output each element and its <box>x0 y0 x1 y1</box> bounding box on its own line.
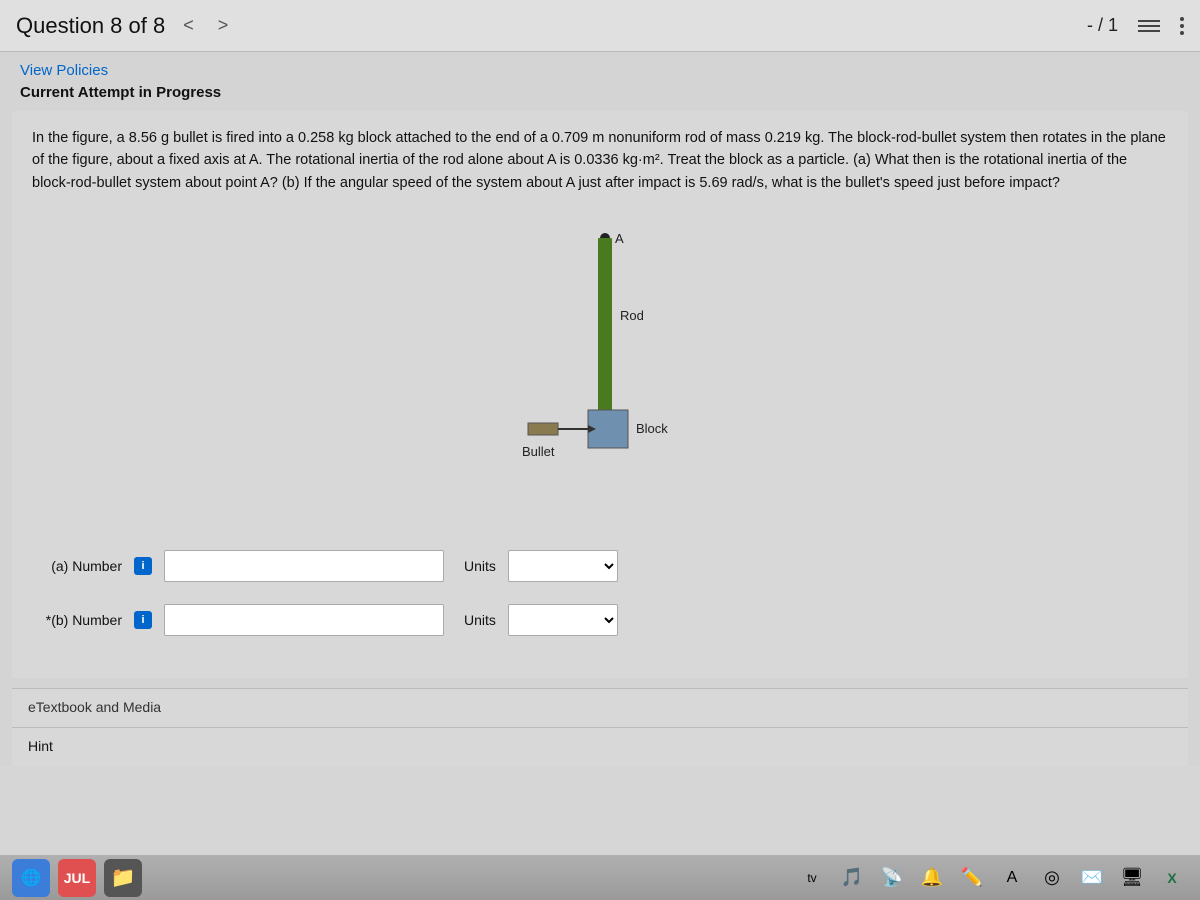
question-text: In the figure, a 8.56 g bullet is fired … <box>32 127 1168 194</box>
taskbar: 🌐 JUL 📁 tv 🎵 📡 🔔 ✏️ A ◎ ✉️ 🖥 X <box>0 855 1200 900</box>
view-policies-link[interactable]: View Policies <box>0 58 128 83</box>
svg-text:Rod: Rod <box>620 308 644 323</box>
score-label: - / 1 <box>1087 15 1118 36</box>
taskbar-music[interactable]: 🎵 <box>836 862 868 894</box>
more-options-icon[interactable] <box>1180 17 1184 35</box>
etextbook-link[interactable]: eTextbook and Media <box>28 699 161 715</box>
taskbar-finder2[interactable]: 🖥 <box>1116 862 1148 894</box>
info-badge-a[interactable]: i <box>134 557 152 575</box>
taskbar-mail[interactable]: ✉️ <box>1076 862 1108 894</box>
svg-text:Bullet: Bullet <box>522 444 555 459</box>
figure-container: A Rod Block <box>32 210 1168 530</box>
svg-text:Block: Block <box>636 421 668 436</box>
taskbar-jul-label: JUL <box>64 870 90 886</box>
main-content: Question 8 of 8 < > - / 1 View Policies … <box>0 0 1200 855</box>
answer-row-b: *(b) Number i Units <box>32 604 1168 636</box>
part-b-label: *(b) Number <box>32 612 122 628</box>
taskbar-app1[interactable]: JUL <box>58 859 96 897</box>
header-bar: Question 8 of 8 < > - / 1 <box>0 0 1200 52</box>
header-right: - / 1 <box>1087 15 1184 36</box>
header-left: Question 8 of 8 < > <box>16 11 234 40</box>
taskbar-tv[interactable]: tv <box>796 862 828 894</box>
info-badge-b[interactable]: i <box>134 611 152 629</box>
taskbar-right: tv 🎵 📡 🔔 ✏️ A ◎ ✉️ 🖥 X <box>796 862 1188 894</box>
content-area: View Policies Current Attempt in Progres… <box>0 52 1200 766</box>
taskbar-excel[interactable]: X <box>1156 862 1188 894</box>
current-attempt-label: Current Attempt in Progress <box>0 80 1200 111</box>
hint-bar: Hint <box>12 727 1188 766</box>
answer-row-a: (a) Number i Units <box>32 550 1168 582</box>
hint-label[interactable]: Hint <box>28 738 53 754</box>
number-input-a[interactable] <box>164 550 444 582</box>
bottom-bar: eTextbook and Media <box>12 688 1188 727</box>
answer-section: (a) Number i Units *(b) Number i Units <box>32 550 1168 636</box>
taskbar-pen[interactable]: ✏️ <box>956 862 988 894</box>
units-select-a[interactable] <box>508 550 618 582</box>
menu-icon[interactable] <box>1138 20 1160 32</box>
figure-diagram: A Rod Block <box>440 210 760 530</box>
question-card: In the figure, a 8.56 g bullet is fired … <box>12 111 1188 678</box>
taskbar-app2[interactable]: 📁 <box>104 859 142 897</box>
taskbar-siri[interactable]: ◎ <box>1036 862 1068 894</box>
nav-prev-button[interactable]: < <box>177 11 200 40</box>
nav-next-button[interactable]: > <box>212 11 235 40</box>
units-label-a: Units <box>464 558 496 574</box>
taskbar-finder[interactable]: 🌐 <box>12 859 50 897</box>
number-input-b[interactable] <box>164 604 444 636</box>
taskbar-wifi[interactable]: 📡 <box>876 862 908 894</box>
taskbar-notification[interactable]: 🔔 <box>916 862 948 894</box>
taskbar-accessibility[interactable]: A <box>996 862 1028 894</box>
question-label: Question 8 of 8 <box>16 13 165 39</box>
part-a-label: (a) Number <box>32 558 122 574</box>
units-select-b[interactable] <box>508 604 618 636</box>
units-label-b: Units <box>464 612 496 628</box>
svg-text:A: A <box>615 231 624 246</box>
